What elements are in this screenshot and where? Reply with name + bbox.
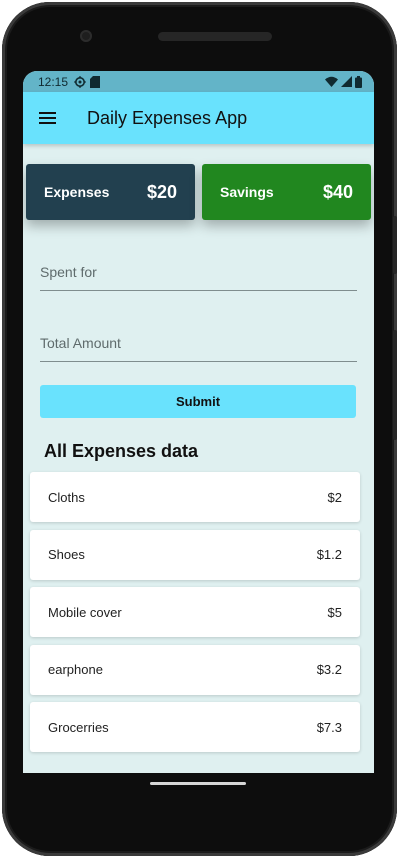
power-button — [393, 216, 397, 274]
savings-label: Savings — [220, 184, 274, 200]
item-amount: $7.3 — [316, 719, 342, 735]
item-amount: $3.2 — [316, 662, 342, 677]
volume-button — [393, 330, 397, 440]
item-amount: $5 — [327, 604, 342, 620]
summary-cards: Expenses $20 Savings $40 — [23, 144, 374, 220]
item-name: Shoes — [48, 547, 85, 562]
expenses-label: Expenses — [44, 184, 110, 200]
item-name: Grocerries — [48, 719, 109, 735]
item-amount: $1.2 — [316, 547, 342, 562]
expenses-card: Expenses $20 — [26, 164, 195, 220]
menu-button[interactable] — [23, 94, 71, 142]
item-name: Cloths — [48, 489, 85, 505]
wifi-icon — [325, 76, 338, 87]
app-title: Daily Expenses App — [87, 107, 248, 128]
expenses-list: Cloths $2 Shoes $1.2 Mobile cover $5 ear… — [30, 472, 360, 752]
app-bar: Daily Expenses App — [23, 92, 374, 144]
list-item[interactable]: Shoes $1.2 — [30, 529, 360, 580]
earpiece-speaker — [158, 32, 272, 41]
status-bar: 12:15 — [23, 71, 374, 92]
app-screen: 12:15 Daily Expenses App Expenses $20 Sa… — [23, 71, 374, 773]
list-item[interactable]: Cloths $2 — [30, 472, 360, 522]
spent-for-input[interactable] — [40, 264, 357, 280]
savings-card: Savings $40 — [202, 164, 371, 220]
signal-icon — [341, 76, 352, 87]
list-item[interactable]: earphone $3.2 — [30, 644, 360, 695]
expenses-list-title: All Expenses data — [44, 441, 199, 461]
status-time: 12:15 — [38, 74, 69, 89]
home-gesture-bar[interactable] — [150, 782, 246, 785]
list-item[interactable]: Grocerries $7.3 — [30, 702, 360, 752]
spent-for-field — [40, 220, 357, 291]
expenses-value: $20 — [146, 181, 177, 202]
item-name: Mobile cover — [48, 604, 122, 620]
hamburger-menu-icon — [38, 112, 56, 124]
submit-button[interactable]: Submit — [40, 385, 356, 418]
settings-gear-icon — [74, 75, 86, 88]
savings-value: $40 — [322, 181, 353, 202]
total-amount-field — [40, 291, 357, 362]
item-name: earphone — [48, 662, 103, 677]
front-camera-icon — [80, 30, 92, 42]
item-amount: $2 — [327, 489, 342, 505]
sd-card-icon — [90, 75, 101, 88]
battery-icon — [355, 75, 362, 88]
total-amount-input[interactable] — [40, 335, 357, 351]
list-item[interactable]: Mobile cover $5 — [30, 587, 360, 637]
